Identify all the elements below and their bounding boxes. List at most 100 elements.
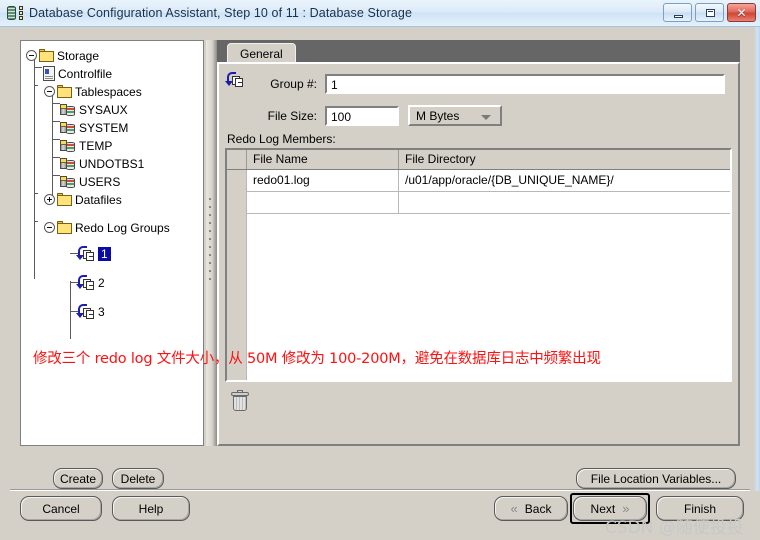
column-header-file-name[interactable]: File Name [247, 150, 399, 169]
splitter-grip [209, 198, 212, 288]
cell-file-name[interactable]: redo01.log [247, 170, 399, 191]
row-selector[interactable] [227, 170, 247, 191]
file-size-label: File Size: [267, 108, 317, 123]
redo-log-group-icon [76, 304, 96, 319]
tree-line [34, 221, 38, 222]
tree-item-redo-log-groups[interactable]: Redo Log Groups [43, 219, 170, 236]
minimize-button[interactable] [663, 3, 692, 22]
redo-log-group-icon [76, 246, 96, 261]
tree-item-label: 2 [98, 275, 105, 290]
group-number-input[interactable]: 1 [325, 74, 725, 94]
collapse-icon[interactable] [43, 221, 56, 234]
file-size-unit-value: M Bytes [416, 108, 460, 123]
tree-item-datafiles[interactable]: Datafiles [43, 191, 122, 208]
tree-line [34, 193, 38, 194]
file-location-variables-button[interactable]: File Location Variables... [576, 468, 736, 489]
tree-item-label: Datafiles [75, 192, 122, 207]
tree-item-users[interactable]: USERS [60, 173, 120, 190]
window-controls: ✕ [663, 3, 756, 22]
tree-item-undotbs1[interactable]: UNDOTBS1 [60, 155, 144, 172]
tree-line [70, 253, 78, 254]
help-button[interactable]: Help [112, 496, 190, 521]
tree-item-redo-log-group-3[interactable]: 3 [76, 303, 105, 320]
tree-item-label: 3 [98, 304, 105, 319]
tablespace-icon [60, 175, 77, 189]
file-size-row: File Size: 100 M Bytes [255, 105, 502, 126]
tree-item-label: SYSTEM [79, 120, 129, 135]
nav-bar: Cancel Help « Back Next » Finish [0, 491, 760, 540]
tree-item-label: Tablespaces [75, 84, 142, 99]
storage-tree-panel[interactable]: Storage Controlfile Tablespaces SYSAUX S… [20, 40, 204, 446]
group-number-row: Group #: 1 [255, 74, 725, 94]
create-button[interactable]: Create [53, 468, 103, 489]
cell-file-directory[interactable] [399, 192, 730, 213]
column-header-file-directory[interactable]: File Directory [399, 150, 730, 169]
detail-panel: General Group #: 1 File Size: 100 M Byte… [217, 40, 740, 446]
minimize-icon [674, 15, 683, 18]
close-button[interactable]: ✕ [727, 3, 756, 22]
tree-item-label: SYSAUX [79, 102, 128, 117]
tree-item-temp[interactable]: TEMP [60, 137, 112, 154]
chevron-left-icon: « [510, 501, 518, 516]
tree-item-label: Redo Log Groups [75, 220, 170, 235]
delete-button[interactable]: Delete [112, 468, 164, 489]
back-label: Back [524, 501, 552, 516]
close-icon: ✕ [736, 5, 747, 20]
tree-item-label: Controlfile [58, 66, 113, 81]
window-right-edge [754, 27, 760, 540]
tree-item-redo-log-group-2[interactable]: 2 [76, 274, 105, 291]
expand-icon[interactable] [43, 193, 56, 206]
panel-splitter[interactable] [206, 40, 217, 446]
tree-line [70, 281, 71, 339]
back-button[interactable]: « Back [494, 496, 568, 521]
folder-icon [57, 193, 73, 206]
cancel-button[interactable]: Cancel [20, 496, 102, 521]
group-number-label: Group #: [270, 77, 317, 91]
tree-item-redo-log-group-1[interactable]: 1 [76, 245, 111, 262]
tree-item-sysaux[interactable]: SYSAUX [60, 101, 128, 118]
tab-general[interactable]: General [227, 43, 296, 62]
tree-line [52, 175, 60, 176]
tree-item-storage[interactable]: Storage [25, 47, 99, 64]
chevron-right-icon: » [622, 501, 630, 516]
tablespace-icon [60, 157, 77, 171]
maximize-button[interactable] [695, 3, 724, 22]
next-label: Next [590, 501, 616, 516]
finish-button[interactable]: Finish [656, 496, 744, 521]
tab-content-general: Group #: 1 File Size: 100 M Bytes Redo L… [217, 62, 740, 446]
tree-item-tablespaces[interactable]: Tablespaces [43, 83, 142, 100]
tree-item-label: UNDOTBS1 [79, 156, 145, 171]
file-size-input[interactable]: 100 [325, 105, 399, 126]
table-header-corner [227, 150, 247, 169]
collapse-icon[interactable] [25, 49, 38, 62]
tablespace-icon [60, 121, 77, 135]
redo-log-group-icon [76, 275, 96, 290]
chevron-down-icon [481, 115, 491, 120]
controlfile-icon [42, 66, 56, 81]
folder-icon [57, 221, 73, 234]
annotation-text: 修改三个 redo log 文件大小，从 50M 修改为 100-200M，避免… [33, 351, 601, 367]
redo-log-members-label: Redo Log Members: [227, 132, 336, 146]
window-title: Database Configuration Assistant, Step 1… [29, 6, 412, 20]
tree-line [52, 103, 60, 104]
tree-line [34, 85, 38, 86]
dialog-body: Storage Controlfile Tablespaces SYSAUX S… [8, 31, 752, 489]
tablespace-icon [60, 103, 77, 117]
cell-file-name[interactable] [247, 192, 399, 213]
tree-item-controlfile[interactable]: Controlfile [42, 65, 112, 82]
table-row[interactable]: redo01.log /u01/app/oracle/{DB_UNIQUE_NA… [227, 170, 730, 192]
file-size-unit-select[interactable]: M Bytes [408, 105, 502, 126]
storage-tree: Storage Controlfile Tablespaces SYSAUX S… [21, 41, 203, 339]
folder-icon [57, 85, 73, 98]
folder-icon [39, 49, 55, 62]
tree-line [52, 93, 53, 197]
trash-icon[interactable] [231, 390, 249, 412]
collapse-icon[interactable] [43, 85, 56, 98]
tree-line [70, 311, 78, 312]
maximize-icon [706, 9, 715, 17]
tree-item-system[interactable]: SYSTEM [60, 119, 128, 136]
cell-file-directory[interactable]: /u01/app/oracle/{DB_UNIQUE_NAME}/ [399, 170, 730, 191]
table-row[interactable] [227, 192, 730, 214]
next-button[interactable]: Next » [570, 493, 650, 524]
title-bar: Database Configuration Assistant, Step 1… [0, 0, 760, 27]
